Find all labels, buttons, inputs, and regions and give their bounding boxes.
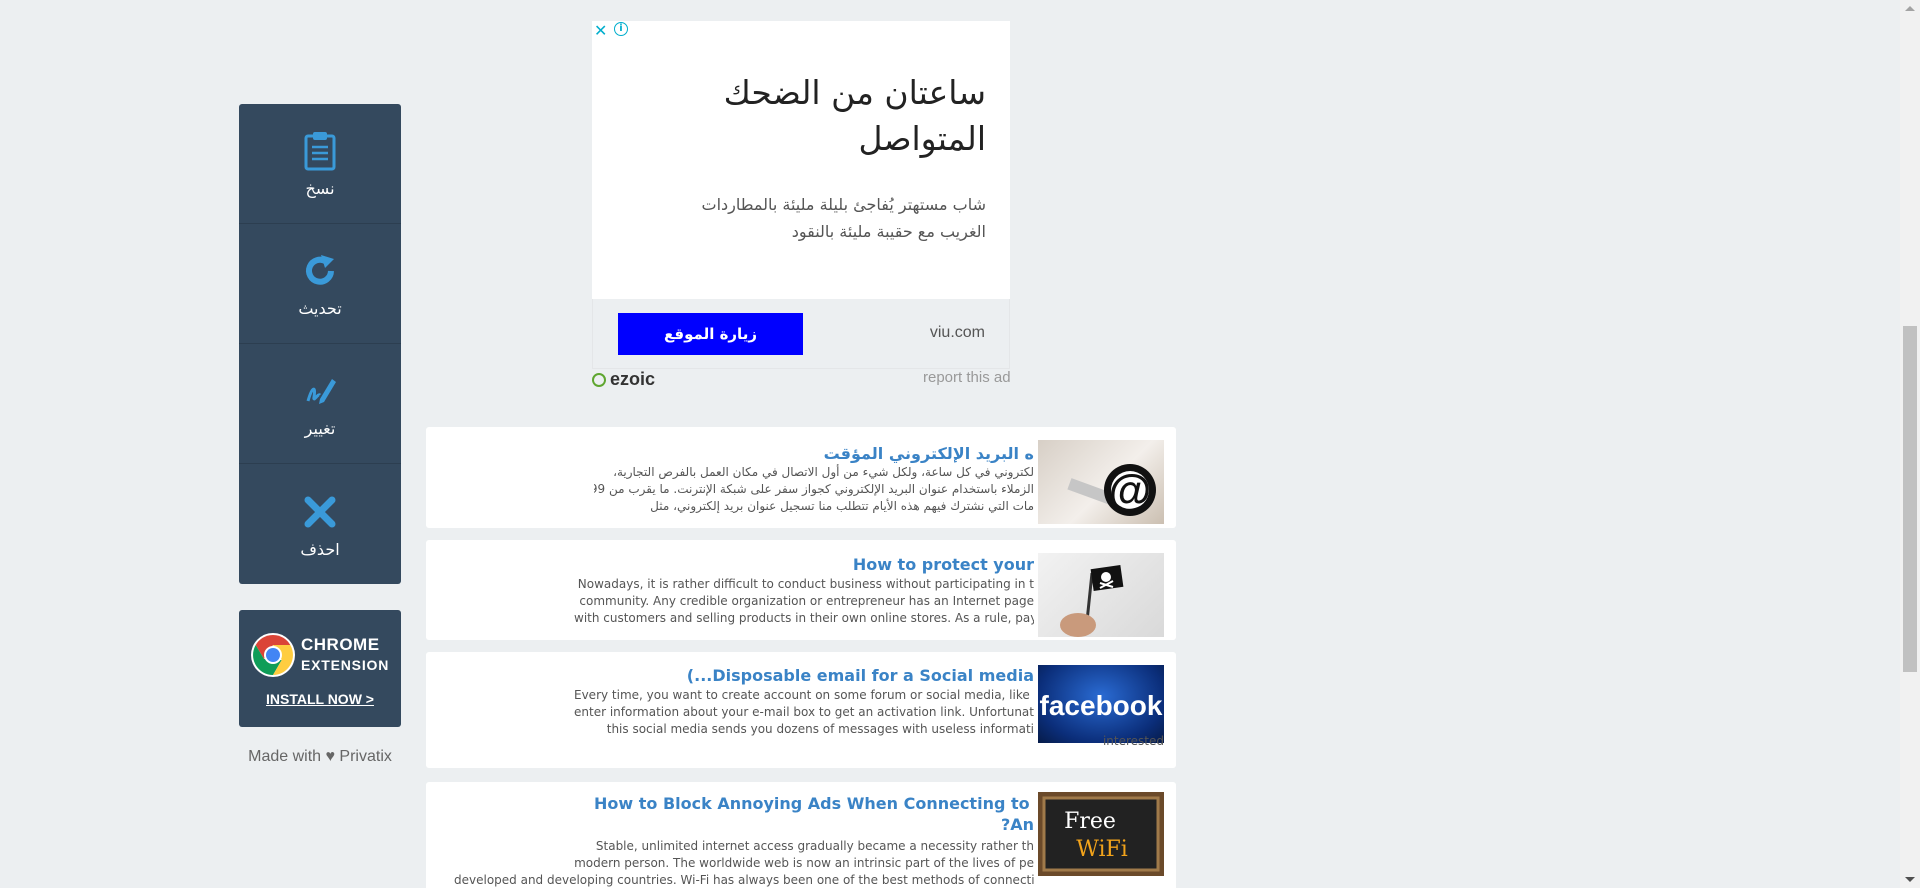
excerpt-line: Stable, unlimited internet access gradua… [595,839,1034,853]
ezoic-logo[interactable]: ezoic [592,369,655,390]
ad-title[interactable]: ساعتان من الضحك المتواصل [656,70,986,162]
pirate-flag-thumb[interactable] [1038,553,1164,637]
article-title[interactable]: ه البريد الإلكتروني المؤقت [594,444,1034,463]
article-card[interactable]: ه البريد الإلكتروني المؤقت لكتروني في كل… [426,427,1176,528]
ad-domain: viu.com [929,324,985,341]
scrollbar-thumb[interactable] [1903,326,1917,672]
change-label: تغيير [304,419,336,438]
ad-visit-button[interactable]: زيارة الموقع [618,313,803,355]
ad-description: شاب مستهتر يُفاجئ بليلة مليئة بالمطاردات… [701,195,987,241]
article-title[interactable]: How to Block Annoying Ads When Connectin… [594,794,1034,813]
excerpt-line: community. Any credible organization or … [579,594,1034,608]
excerpt-line: Every time, you want to create account o… [574,688,1034,702]
chrome-logo-icon [250,632,296,678]
ezoic-icon [592,372,606,387]
ad-unit[interactable]: ✕ i ساعتان من الضحك المتواصل شاب مستهتر … [592,21,1010,370]
chrome-subtitle: EXTENSION [301,657,390,673]
scroll-down-arrow-icon[interactable] [1905,877,1915,882]
article-card[interactable]: How to Block Annoying Ads When Connectin… [426,782,1176,888]
refresh-button[interactable]: تحديث [239,224,401,344]
excerpt-line: مات التي نشترك فيهم هذه الأيام تتطلب منا… [650,499,1034,513]
delete-button[interactable]: احذف [239,464,401,584]
refresh-icon [300,249,340,293]
change-button[interactable]: تغيير [239,344,401,464]
article-excerpt: Every time, you want to create account o… [574,687,1034,742]
interested-label: interested [1102,734,1164,748]
svg-text:@: @ [1109,466,1152,515]
article-excerpt: Stable, unlimited internet access gradua… [454,838,1034,888]
delete-label: احذف [300,539,340,559]
facebook-thumb-text: facebook [1040,690,1163,721]
refresh-label: تحديث [298,299,342,318]
chrome-extension-banner[interactable]: CHROME EXTENSION INSTALL NOW > [239,610,401,727]
report-ad-link[interactable]: report this ad [923,369,1011,386]
article-title[interactable]: How to protect your [594,555,1034,574]
article-title-line2[interactable]: ?An [594,815,1034,834]
scroll-up-arrow-icon[interactable] [1905,6,1915,11]
excerpt-line: modern person. The worldwide web is now … [574,856,1034,870]
ezoic-label: ezoic [610,369,656,389]
excerpt-line: with customers and selling products in t… [574,611,1034,625]
article-card[interactable]: How to protect your Nowadays, it is rath… [426,540,1176,640]
clipboard-icon [300,129,340,173]
ad-close-icon[interactable]: ✕ [594,21,607,40]
excerpt-line: Nowadays, it is rather difficult to cond… [577,577,1034,591]
article-excerpt: Nowadays, it is rather difficult to cond… [574,576,1034,631]
wifi-thumb-text1: Free [1064,809,1116,834]
page-scrollbar[interactable] [1900,0,1920,888]
chrome-title: CHROME [301,635,380,654]
excerpt-line: this social media sends you dozens of me… [606,722,1034,736]
excerpt-line: الزملاء باستخدام عنوان البريد الإلكتروني… [594,482,1034,496]
facebook-thumb[interactable]: facebook [1038,665,1164,743]
article-excerpt: لكتروني في كل ساعة، ولكل شيء من أول الات… [594,464,1034,519]
article-title[interactable]: (...Disposable email for a Social media [594,666,1034,685]
delete-x-icon [300,490,340,534]
article-card[interactable]: (...Disposable email for a Social media … [426,652,1176,768]
made-with-credit: Made with ♥ Privatix [248,748,392,765]
action-sidebar: نسخ تحديث تغيير احذف [239,104,401,584]
email-at-thumb[interactable]: @ [1038,440,1164,524]
copy-button[interactable]: نسخ [239,104,401,224]
excerpt-line: enter information about your e-mail box … [574,705,1034,719]
edit-pen-icon [300,369,340,413]
free-wifi-thumb[interactable]: Free WiFi [1038,792,1164,876]
copy-label: نسخ [305,179,335,198]
ad-info-icon[interactable]: i [614,22,628,36]
excerpt-line: لكتروني في كل ساعة، ولكل شيء من أول الات… [613,465,1034,479]
excerpt-line: developed and developing countries. Wi-F… [454,873,1034,887]
install-now-link[interactable]: INSTALL NOW > [239,691,401,707]
wifi-thumb-text2: WiFi [1076,837,1128,862]
